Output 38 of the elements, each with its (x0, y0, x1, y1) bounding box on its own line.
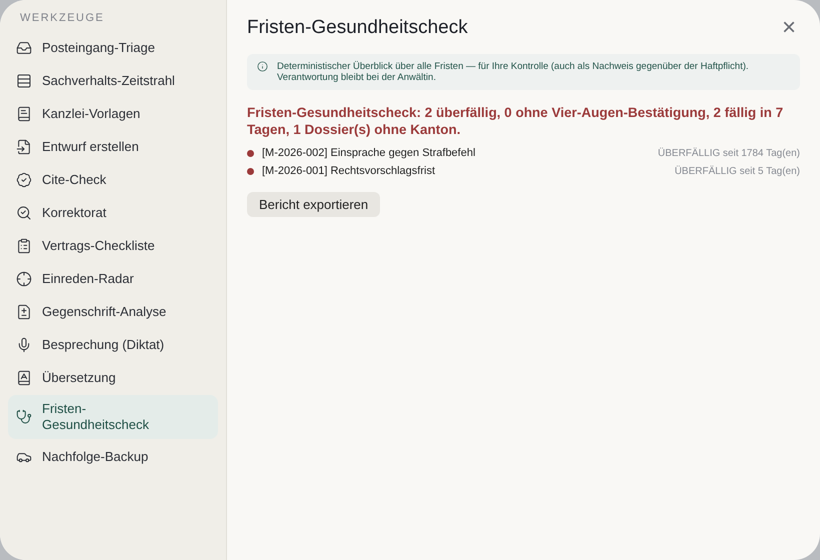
close-button[interactable]: × (778, 16, 800, 40)
notice-text: Deterministischer Überblick über alle Fristen — für Ihre Kontrolle (auch als Nachweis gegenüber der Haftpflicht). Verantwortung bleibt bei der Anwältin. (277, 61, 750, 83)
book-icon (16, 106, 32, 122)
search-icon (16, 204, 32, 220)
rows-icon (16, 72, 32, 88)
sidebar-item[interactable]: Besprechung (Diktat) (8, 329, 218, 360)
summary-text: Fristen-Gesundheitscheck: 2 überfällig, 0 ohne Vier-Augen-Bestätigung, 2 fällig in 7 Tagen, 1 Dossier(s) ohne Kanton. (247, 104, 784, 138)
microphone-icon (16, 336, 32, 352)
document-icon (16, 138, 32, 154)
sidebar-item[interactable]: Gegenschrift-Analyse (8, 296, 218, 327)
stethoscope-icon (16, 409, 32, 425)
sidebar-item[interactable]: Kanzlei-Vorlagen (8, 98, 218, 129)
sidebar-item[interactable]: Einreden-Radar (8, 263, 218, 294)
sidebar-heading: WERKZEUGE (19, 12, 106, 26)
sidebar-item[interactable]: Posteingang-Triage (8, 32, 218, 63)
deadline-status: ÜBERFÄLLIG seit 1784 Tag(en) (658, 148, 800, 158)
sidebar-item[interactable]: Cite-Check (8, 164, 218, 195)
panel-title: Fristen-Gesundheitscheck (247, 17, 468, 39)
sidebar-item[interactable]: Entwurf erstellen (8, 131, 218, 162)
sidebar-item[interactable]: Vertrags-Checkliste (8, 230, 218, 261)
document-compare-icon (16, 304, 32, 320)
clipboard-icon (16, 238, 32, 254)
export-button[interactable]: Bericht exportieren (247, 192, 380, 217)
info-icon (257, 61, 268, 72)
deadline-name: [M-2026-002] Einsprache gegen Strafbefehl (262, 147, 476, 159)
sidebar-item[interactable]: Nachfolge-Backup (8, 441, 218, 472)
status-dot (247, 150, 254, 156)
sidebar-item[interactable]: Übersetzung (8, 362, 218, 393)
book-letter-icon (16, 370, 32, 386)
sidebar-item[interactable]: Sachverhalts-Zeitstrahl (8, 65, 218, 96)
badge-check-icon (16, 172, 32, 188)
sidebar-item[interactable]: Korrektorat (8, 197, 218, 228)
crosshair-icon (16, 270, 32, 286)
deadline-name: [M-2026-001] Rechtsvorschlagsfrist (262, 165, 436, 177)
sidebar-item[interactable]: Fristen-Gesundheitscheck (8, 395, 218, 439)
deadline-status: ÜBERFÄLLIG seit 5 Tag(en) (674, 166, 800, 176)
inbox-icon (16, 40, 32, 56)
status-dot (247, 168, 254, 174)
